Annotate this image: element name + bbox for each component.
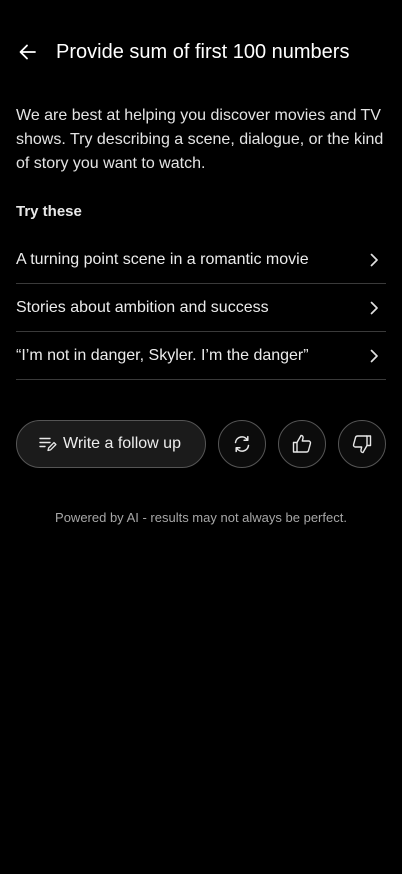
- suggestion-item[interactable]: A turning point scene in a romantic movi…: [16, 236, 386, 284]
- thumbs-up-button[interactable]: [278, 420, 326, 468]
- suggestion-label: “I’m not in danger, Skyler. I’m the dang…: [16, 346, 309, 364]
- thumbs-down-icon: [352, 435, 372, 454]
- suggestions-heading: Try these: [16, 203, 82, 220]
- chevron-right-icon: [362, 344, 386, 368]
- suggestion-item[interactable]: “I’m not in danger, Skyler. I’m the dang…: [16, 332, 386, 380]
- suggestion-label: Stories about ambition and success: [16, 298, 269, 316]
- chevron-right-icon: [362, 296, 386, 320]
- suggestion-item[interactable]: Stories about ambition and success: [16, 284, 386, 332]
- thumbs-up-icon: [292, 434, 312, 453]
- header: Provide sum of first 100 numbers: [0, 28, 402, 76]
- ai-disclaimer: Powered by AI - results may not always b…: [55, 510, 347, 525]
- arrow-left-icon: [19, 44, 36, 60]
- back-button[interactable]: [12, 36, 44, 68]
- write-follow-up-button[interactable]: Write a follow up: [16, 420, 206, 468]
- intro-text: We are best at helping you discover movi…: [16, 107, 384, 172]
- suggestion-label: A turning point scene in a romantic movi…: [16, 250, 309, 268]
- refresh-icon: [234, 435, 250, 453]
- write-follow-up-label: Write a follow up: [63, 435, 181, 452]
- edit-list-icon: [39, 437, 57, 452]
- suggestions-list: A turning point scene in a romantic movi…: [16, 236, 386, 380]
- chevron-right-icon: [362, 248, 386, 272]
- regenerate-button[interactable]: [218, 420, 266, 468]
- thumbs-down-button[interactable]: [338, 420, 386, 468]
- page-title: Provide sum of first 100 numbers: [56, 41, 350, 63]
